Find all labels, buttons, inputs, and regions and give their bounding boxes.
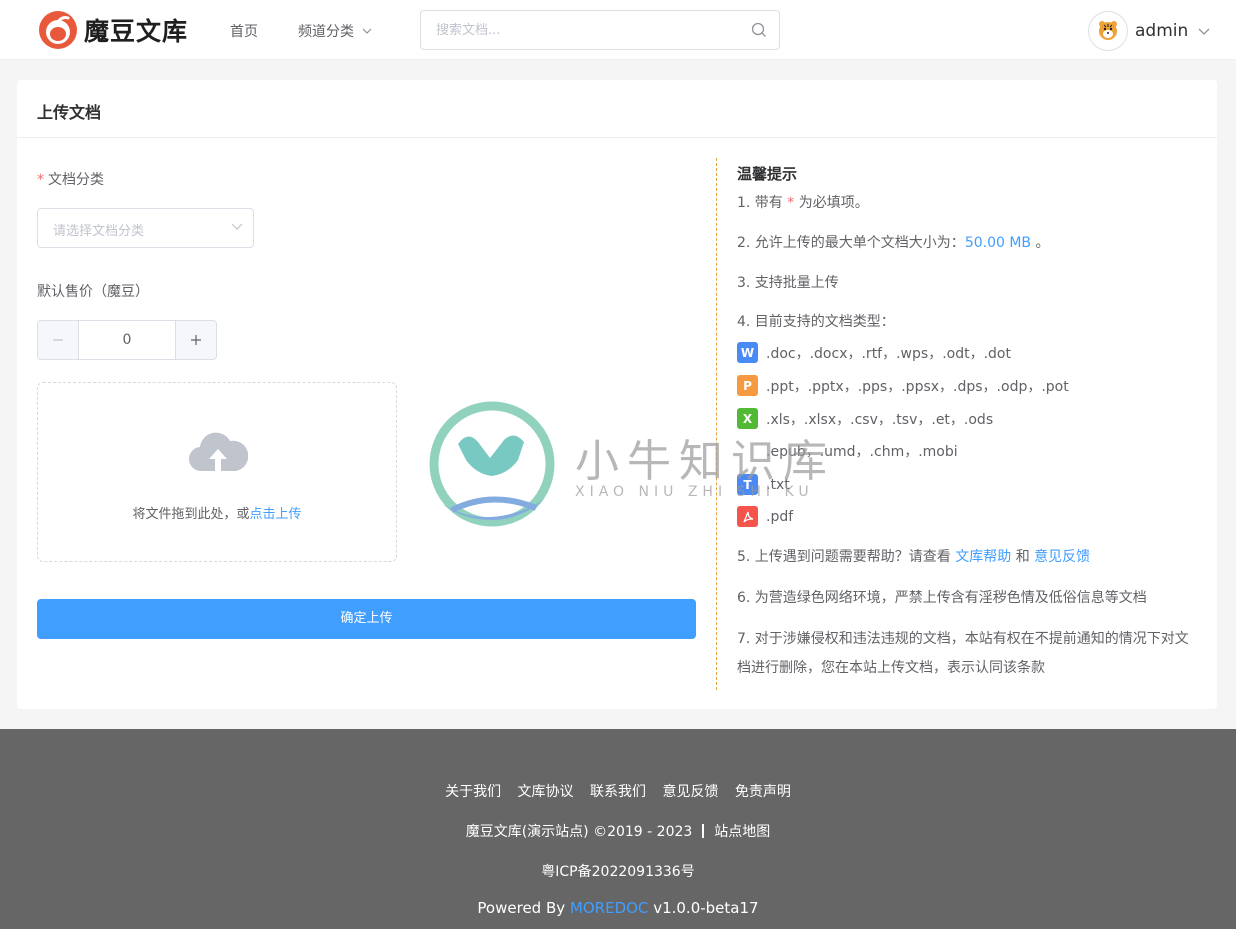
logo-icon [39,11,77,49]
category-select[interactable]: 请选择文档分类 [37,208,254,248]
vertical-divider [716,158,717,690]
version-text: v1.0.0-beta17 [653,899,759,917]
click-upload-link[interactable]: 点击上传 [250,507,302,522]
decrease-button[interactable] [38,321,79,359]
footer: 关于我们 文库协议 联系我们 意见反馈 免责声明 魔豆文库(演示站点) ©201… [0,729,1236,929]
footer-link-disclaimer[interactable]: 免责声明 [735,784,791,800]
file-type-pdf: .pdf [737,506,793,527]
submit-upload-button[interactable]: 确定上传 [37,599,696,639]
watermark-text: 小牛知识库 [575,436,835,487]
username: admin [1135,21,1189,41]
tip-2-pre: 2. 允许上传的最大单个文档大小为： [737,235,965,251]
tip-5-pre: 5. 上传遇到问题需要帮助？请查看 [737,549,951,565]
minus-icon [53,339,63,341]
powered-prefix: Powered By [477,899,566,917]
chevron-down-icon [231,223,243,230]
copyright-text: 魔豆文库(演示站点) ©2019 - 2023 [465,824,693,840]
footer-separator [702,824,705,838]
dropzone-text: 将文件拖到此处，或点击上传 [38,503,396,522]
tip-5: 5. 上传遇到问题需要帮助？请查看 文库帮助 和 意见反馈 [737,546,1090,566]
footer-links: 关于我们 文库协议 联系我们 意见反馈 免责声明 [0,781,1236,801]
tip-3: 3. 支持批量上传 [737,275,839,291]
category-placeholder: 请选择文档分类 [53,224,145,239]
required-star: * [37,172,44,188]
pdf-glyph-icon [742,511,753,522]
nav-home[interactable]: 首页 [230,21,258,41]
category-label: * 文档分类 [37,169,104,189]
increase-button[interactable] [175,321,216,359]
pdf-icon [737,506,758,527]
tiger-avatar-icon [1099,21,1117,40]
file-type-pdf-text: .pdf [766,508,794,525]
dropzone-hint: 将文件拖到此处，或 [132,507,250,522]
nav-channel-menu[interactable]: 频道分类 [298,21,372,41]
logo-text: 魔豆文库 [84,17,189,46]
file-type-word-text: .doc，.docx，.rtf，.wps，.odt，.dot [766,345,1011,362]
card-divider [17,137,1217,138]
tip-7: 7. 对于涉嫌侵权和违法违规的文档，本站有权在不提前通知的情况下对文档进行删除，… [737,631,1189,676]
price-label: 默认售价（魔豆） [37,284,149,300]
tip-2: 2. 允许上传的最大单个文档大小为：50.00 MB 。 [737,232,1049,252]
help-link[interactable]: 文库帮助 [955,549,1011,565]
search-box [420,10,780,50]
search-input[interactable] [421,11,721,49]
footer-link-feedback[interactable]: 意见反馈 [662,784,718,800]
price-input[interactable]: 0 [79,321,175,359]
powered-by: Powered By MOREDOC v1.0.0-beta17 [0,899,1236,917]
category-label-text: 文档分类 [48,172,104,188]
chevron-down-icon [362,28,372,34]
cloud-upload-icon [189,432,248,472]
icp-number[interactable]: 粤ICP备2022091336号 [0,861,1236,881]
tip-5-and: 和 [1015,549,1030,565]
feedback-link[interactable]: 意见反馈 [1034,549,1090,565]
tips-title: 温馨提示 [737,165,798,183]
tip-1-pre: 1. 带有 [737,195,783,211]
tip-4: 4. 目前支持的文档类型： [737,314,895,330]
moredoc-link[interactable]: MOREDOC [570,899,648,917]
search-icon[interactable] [751,22,767,38]
top-header: 魔豆文库 首页 频道分类 admin [0,0,1236,60]
file-type-word: W .doc，.docx，.rtf，.wps，.odt，.dot [737,342,1011,363]
tip-2-post: 。 [1035,235,1050,251]
sitemap-link[interactable]: 站点地图 [714,824,770,840]
max-size-value: 50.00 MB [964,235,1032,251]
tip-1: 1. 带有 * 为必填项。 [737,192,869,212]
ppt-icon: P [737,375,758,396]
footer-copyright: 魔豆文库(演示站点) ©2019 - 2023 站点地图 [0,821,1236,841]
chevron-down-icon [1198,28,1210,35]
price-stepper: 0 [37,320,217,360]
page-title: 上传文档 [37,103,102,122]
upload-dropzone[interactable]: 将文件拖到此处，或点击上传 [37,382,397,562]
file-type-ppt-text: .ppt，.pptx，.pps，.ppsx，.dps，.odp，.pot [766,378,1069,395]
tip-1-post: 为必填项。 [798,195,869,211]
file-type-ppt: P .ppt，.pptx，.pps，.ppsx，.dps，.odp，.pot [737,375,1069,396]
watermark-subtext: XIAO NIU ZHI SHI KU [575,484,814,500]
tip-1-star: * [787,195,795,211]
avatar[interactable] [1088,11,1128,51]
word-icon: W [737,342,758,363]
footer-link-about[interactable]: 关于我们 [445,784,501,800]
nav-channel-label: 频道分类 [298,24,354,40]
plus-icon [191,335,201,345]
user-menu[interactable]: admin [1088,11,1210,51]
footer-link-agreement[interactable]: 文库协议 [518,784,574,800]
upload-card: 上传文档 * 文档分类 请选择文档分类 默认售价（魔豆） 0 将文件拖到此处，或点… [17,80,1217,709]
footer-link-contact[interactable]: 联系我们 [590,784,646,800]
tip-6: 6. 为营造绿色网络环境，严禁上传含有淫秽色情及低俗信息等文档 [737,590,1147,606]
site-logo[interactable]: 魔豆文库 [38,10,188,50]
